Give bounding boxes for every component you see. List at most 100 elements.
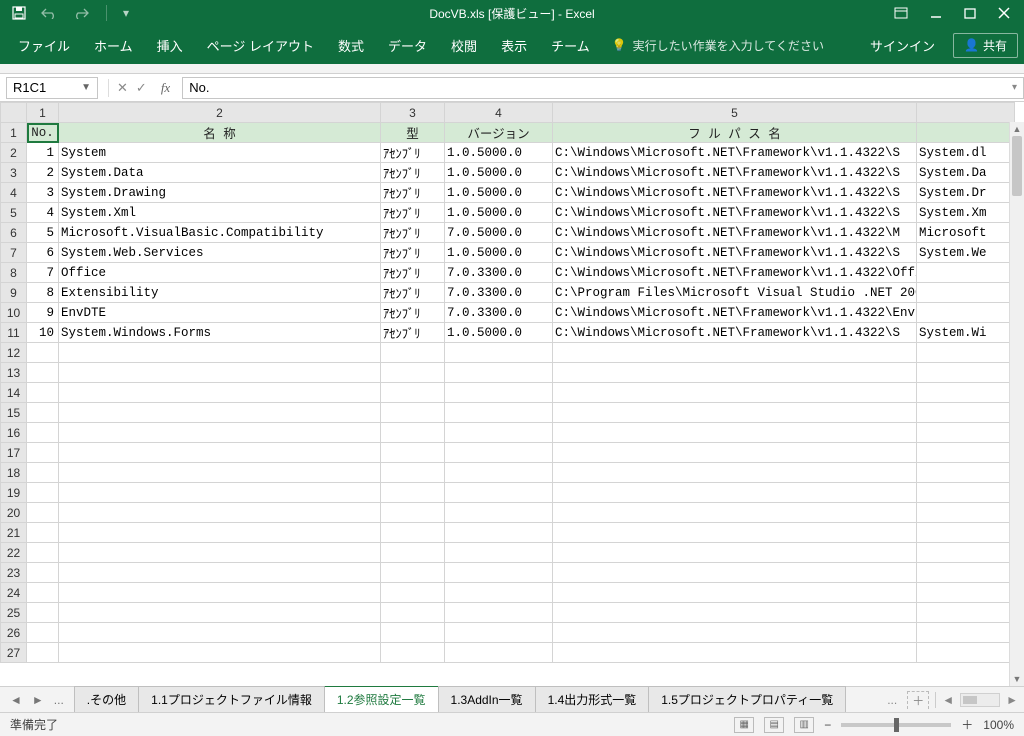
cell[interactable]	[917, 343, 1015, 363]
sheet-tab[interactable]: 1.3AddIn一覧	[438, 686, 536, 712]
cell[interactable]: Extensibility	[59, 283, 381, 303]
cell[interactable]	[553, 463, 917, 483]
sheet-tab[interactable]: 1.5プロジェクトプロパティ一覧	[648, 686, 846, 712]
cell[interactable]	[381, 423, 445, 443]
cell[interactable]: 1.0.5000.0	[445, 243, 553, 263]
cell[interactable]	[381, 583, 445, 603]
cell[interactable]: 7.0.3300.0	[445, 283, 553, 303]
row-header[interactable]: 17	[1, 443, 27, 463]
table-header-cell[interactable]: 名 称	[59, 123, 381, 143]
sheet-nav-trailing[interactable]: ...	[887, 693, 897, 707]
close-icon[interactable]	[998, 7, 1010, 19]
cell[interactable]: ｱｾﾝﾌﾞﾘ	[381, 143, 445, 163]
row-header[interactable]: 1	[1, 123, 27, 143]
cell[interactable]	[445, 623, 553, 643]
cell[interactable]	[553, 583, 917, 603]
ribbon-tab-7[interactable]: 表示	[489, 26, 539, 64]
cell[interactable]: 6	[27, 243, 59, 263]
cell[interactable]: 10	[27, 323, 59, 343]
scroll-thumb[interactable]	[1012, 136, 1022, 196]
row-header[interactable]: 23	[1, 563, 27, 583]
cell[interactable]: ｱｾﾝﾌﾞﾘ	[381, 263, 445, 283]
cell[interactable]: C:\Windows\Microsoft.NET\Framework\v1.1.…	[553, 243, 917, 263]
cell[interactable]	[445, 543, 553, 563]
cell[interactable]	[917, 363, 1015, 383]
view-pagelayout-button[interactable]: ▤	[764, 717, 784, 733]
cell[interactable]: System.dl	[917, 143, 1015, 163]
cell[interactable]	[27, 583, 59, 603]
cell[interactable]: C:\Windows\Microsoft.NET\Framework\v1.1.…	[553, 263, 917, 283]
cell[interactable]	[917, 523, 1015, 543]
row-header[interactable]: 8	[1, 263, 27, 283]
cell[interactable]	[381, 523, 445, 543]
cell[interactable]	[917, 643, 1015, 663]
row-header[interactable]: 20	[1, 503, 27, 523]
cell[interactable]: 1.0.5000.0	[445, 323, 553, 343]
ribbon-tab-4[interactable]: 数式	[326, 26, 376, 64]
cell[interactable]	[553, 483, 917, 503]
cell[interactable]	[59, 343, 381, 363]
cell[interactable]: System.Xm	[917, 203, 1015, 223]
cell[interactable]	[917, 403, 1015, 423]
vertical-scrollbar[interactable]: ▲ ▼	[1009, 122, 1024, 686]
cell[interactable]: ｱｾﾝﾌﾞﾘ	[381, 163, 445, 183]
cell[interactable]	[553, 643, 917, 663]
tell-me[interactable]: 💡 実行したい作業を入力してください	[612, 37, 824, 54]
cell[interactable]	[59, 643, 381, 663]
cell[interactable]: 7	[27, 263, 59, 283]
zoom-out-button[interactable]: −	[824, 718, 831, 732]
cell[interactable]	[27, 343, 59, 363]
minimize-icon[interactable]	[930, 7, 942, 19]
col-header-5[interactable]: 5	[553, 103, 917, 123]
cell[interactable]: 3	[27, 183, 59, 203]
cell[interactable]	[445, 643, 553, 663]
cell[interactable]: System	[59, 143, 381, 163]
cell[interactable]	[59, 383, 381, 403]
view-normal-button[interactable]: ▦	[734, 717, 754, 733]
cell[interactable]	[917, 263, 1015, 283]
cell[interactable]	[553, 363, 917, 383]
cell[interactable]: System.Windows.Forms	[59, 323, 381, 343]
cell[interactable]: System.Drawing	[59, 183, 381, 203]
cell[interactable]	[381, 603, 445, 623]
cell[interactable]: System.Da	[917, 163, 1015, 183]
col-header-6[interactable]	[917, 103, 1015, 123]
cell[interactable]	[27, 563, 59, 583]
sheet-nav-prev-icon[interactable]: ◄	[10, 693, 22, 707]
cell[interactable]	[553, 603, 917, 623]
cell[interactable]: 1.0.5000.0	[445, 203, 553, 223]
cell[interactable]	[553, 443, 917, 463]
hscroll-right-icon[interactable]: ►	[1006, 693, 1018, 707]
sheet-nav-next-icon[interactable]: ►	[32, 693, 44, 707]
cell[interactable]	[59, 603, 381, 623]
cell[interactable]	[917, 303, 1015, 323]
cell[interactable]	[59, 483, 381, 503]
cell[interactable]	[381, 483, 445, 503]
cell[interactable]	[27, 543, 59, 563]
zoom-level[interactable]: 100%	[983, 718, 1014, 732]
cell[interactable]	[445, 563, 553, 583]
cell[interactable]: 8	[27, 283, 59, 303]
cell[interactable]	[917, 583, 1015, 603]
row-header[interactable]: 26	[1, 623, 27, 643]
cancel-formula-icon[interactable]: ✕	[117, 80, 128, 96]
cell[interactable]	[553, 563, 917, 583]
cell[interactable]	[27, 423, 59, 443]
row-header[interactable]: 14	[1, 383, 27, 403]
cell[interactable]: ｱｾﾝﾌﾞﾘ	[381, 303, 445, 323]
worksheet-grid[interactable]: 12345 1No.名 称型バージョンフ ル パ ス 名21Systemｱｾﾝﾌ…	[0, 102, 1024, 686]
cell[interactable]	[445, 483, 553, 503]
cell[interactable]	[59, 423, 381, 443]
cell[interactable]: C:\Program Files\Microsoft Visual Studio…	[553, 283, 917, 303]
cell[interactable]	[553, 523, 917, 543]
cell[interactable]: System.Data	[59, 163, 381, 183]
cell[interactable]: C:\Windows\Microsoft.NET\Framework\v1.1.…	[553, 303, 917, 323]
cell[interactable]	[381, 563, 445, 583]
cell[interactable]	[445, 523, 553, 543]
sheet-tab[interactable]: 1.2参照設定一覧	[324, 685, 439, 712]
cell[interactable]	[917, 443, 1015, 463]
cell[interactable]	[381, 623, 445, 643]
cell[interactable]: Microsoft.VisualBasic.Compatibility	[59, 223, 381, 243]
hscroll-left-icon[interactable]: ◄	[942, 693, 954, 707]
cell[interactable]	[27, 363, 59, 383]
